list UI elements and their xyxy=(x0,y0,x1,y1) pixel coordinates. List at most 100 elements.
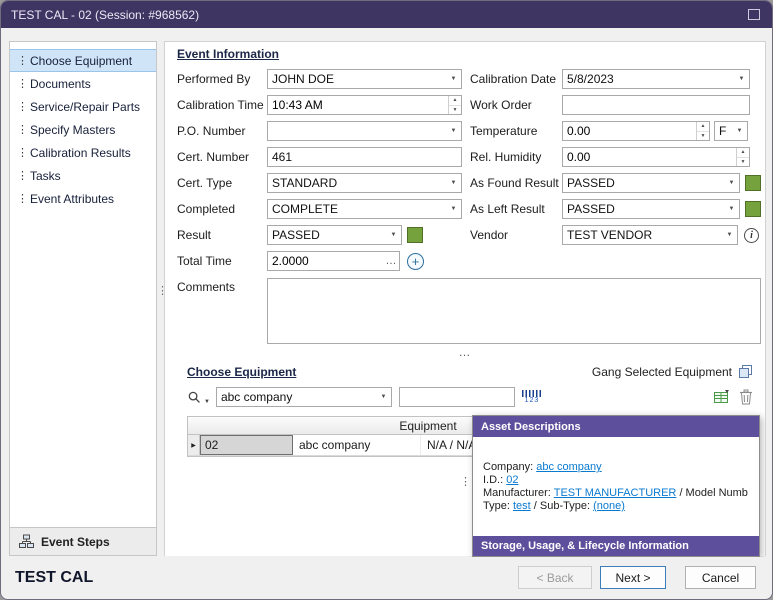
spinner-down-icon[interactable]: ▼ xyxy=(697,132,709,141)
titlebar[interactable]: TEST CAL - 02 (Session: #968562) xyxy=(1,1,772,28)
maximize-button[interactable] xyxy=(748,9,760,20)
sidebar-item-event-attributes[interactable]: ⋮ Event Attributes xyxy=(10,187,156,210)
chevron-down-icon[interactable]: ▼ xyxy=(446,180,461,186)
performed-by-label: Performed By xyxy=(177,72,267,86)
as-left-result-combo[interactable]: PASSED ▼ xyxy=(562,199,740,219)
event-steps-group-header[interactable]: Event Steps xyxy=(10,527,156,555)
search-options-caret-icon[interactable]: ▼ xyxy=(204,399,210,405)
sidebar-item-label: Specify Masters xyxy=(30,123,115,137)
result-status-indicator xyxy=(407,227,423,243)
cert-type-combo[interactable]: STANDARD ▼ xyxy=(267,173,462,193)
equipment-search-input[interactable] xyxy=(399,387,515,407)
manufacturer-link[interactable]: TEST MANUFACTURER xyxy=(554,487,677,499)
sidebar-item-choose-equipment[interactable]: ⋮ Choose Equipment xyxy=(10,49,156,72)
total-time-label: Total Time xyxy=(177,254,267,268)
ellipsis-button[interactable]: … xyxy=(383,255,399,267)
splitter-handle[interactable]: ⋮ xyxy=(157,287,164,296)
temperature-spinner[interactable]: ▲ ▼ xyxy=(696,122,709,140)
panel-resize-handle[interactable]: ⋮ xyxy=(460,478,471,487)
calibration-time-value[interactable] xyxy=(268,96,448,114)
cancel-button[interactable]: Cancel xyxy=(685,566,756,589)
chevron-down-icon[interactable]: ▼ xyxy=(732,128,747,134)
grip-dots-icon: ⋮ xyxy=(17,194,23,204)
row-selector-icon[interactable]: ▶ xyxy=(188,435,200,455)
org-chart-icon xyxy=(19,534,34,549)
spinner-down-icon[interactable]: ▼ xyxy=(737,158,749,167)
chevron-down-icon[interactable]: ▼ xyxy=(724,206,739,212)
id-link[interactable]: 02 xyxy=(506,474,518,486)
chevron-down-icon[interactable]: ▼ xyxy=(734,76,749,82)
equipment-search-toolbar: ▼ abc company ▼ 123 xyxy=(187,387,753,407)
work-order-input[interactable] xyxy=(562,95,750,115)
total-time-value[interactable] xyxy=(268,254,383,268)
rel-humidity-label: Rel. Humidity xyxy=(470,150,562,164)
chevron-down-icon[interactable]: ▼ xyxy=(386,232,401,238)
grip-dots-icon: ⋮ xyxy=(17,125,23,135)
next-button[interactable]: Next > xyxy=(600,566,666,589)
chevron-down-icon[interactable]: ▼ xyxy=(376,394,391,400)
equipment-company-combo[interactable]: abc company ▼ xyxy=(216,387,392,407)
cert-number-input[interactable] xyxy=(267,147,462,167)
delete-equipment-icon[interactable] xyxy=(739,389,753,405)
event-information-form: Performed By JOHN DOE ▼ Calibration Date… xyxy=(177,66,765,344)
rel-humidity-input[interactable]: ▲ ▼ xyxy=(562,147,750,167)
spinner-up-icon[interactable]: ▲ xyxy=(737,148,749,158)
chevron-down-icon[interactable]: ▼ xyxy=(446,206,461,212)
gang-equipment-icon[interactable] xyxy=(738,364,753,379)
spinner-up-icon[interactable]: ▲ xyxy=(449,96,461,106)
calibration-date-combo[interactable]: 5/8/2023 ▼ xyxy=(562,69,750,89)
subtype-link[interactable]: (none) xyxy=(593,500,625,512)
cert-number-label: Cert. Number xyxy=(177,150,267,164)
search-icon[interactable]: ▼ xyxy=(187,390,210,405)
vendor-label: Vendor xyxy=(470,228,562,242)
temperature-input[interactable]: ▲ ▼ xyxy=(562,121,710,141)
completed-combo[interactable]: COMPLETE ▼ xyxy=(267,199,462,219)
time-spinner[interactable]: ▲ ▼ xyxy=(448,96,461,114)
result-combo[interactable]: PASSED ▼ xyxy=(267,225,402,245)
equipment-company-cell[interactable]: abc company xyxy=(293,435,421,455)
calibration-date-value: 5/8/2023 xyxy=(563,72,734,86)
temperature-unit-combo[interactable]: F ▼ xyxy=(714,121,748,141)
cert-type-value: STANDARD xyxy=(268,176,446,190)
company-label: Company: xyxy=(483,461,533,473)
spinner-down-icon[interactable]: ▼ xyxy=(449,106,461,115)
storage-usage-lifecycle-header: Storage, Usage, & Lifecycle Information xyxy=(473,536,759,556)
equipment-column-header[interactable]: Equipment xyxy=(378,419,478,433)
performed-by-combo[interactable]: JOHN DOE ▼ xyxy=(267,69,462,89)
rel-humidity-value[interactable] xyxy=(563,148,736,166)
as-found-result-label: As Found Result xyxy=(470,176,562,190)
equipment-grid-options-icon[interactable] xyxy=(713,389,730,405)
sidebar-item-documents[interactable]: ⋮ Documents xyxy=(10,72,156,95)
chevron-down-icon[interactable]: ▼ xyxy=(724,180,739,186)
collapse-handle[interactable]: … xyxy=(165,347,765,360)
comments-input[interactable] xyxy=(267,278,761,344)
chevron-down-icon[interactable]: ▼ xyxy=(446,76,461,82)
sidebar-item-label: Tasks xyxy=(30,169,61,183)
spinner-up-icon[interactable]: ▲ xyxy=(697,122,709,132)
temperature-value[interactable] xyxy=(563,122,696,140)
gang-selected-equipment-label: Gang Selected Equipment xyxy=(592,365,732,379)
as-found-result-combo[interactable]: PASSED ▼ xyxy=(562,173,740,193)
add-time-button[interactable]: + xyxy=(407,253,424,270)
result-label: Result xyxy=(177,228,267,242)
humidity-spinner[interactable]: ▲ ▼ xyxy=(736,148,749,166)
back-button[interactable]: < Back xyxy=(518,566,592,589)
chevron-down-icon[interactable]: ▼ xyxy=(722,232,737,238)
company-link[interactable]: abc company xyxy=(536,461,601,473)
vendor-combo[interactable]: TEST VENDOR ▼ xyxy=(562,225,738,245)
type-link[interactable]: test xyxy=(513,500,531,512)
total-time-input[interactable]: … xyxy=(267,251,400,271)
barcode-scan-icon[interactable]: 123 xyxy=(522,390,542,405)
sidebar-item-calibration-results[interactable]: ⋮ Calibration Results xyxy=(10,141,156,164)
sidebar-item-tasks[interactable]: ⋮ Tasks xyxy=(10,164,156,187)
vendor-info-icon[interactable]: i xyxy=(744,228,759,243)
equipment-id-cell[interactable]: 02 xyxy=(200,435,293,455)
dialog-window: TEST CAL - 02 (Session: #968562) ⋮ Choos… xyxy=(0,0,773,600)
asset-descriptions-panel: Asset Descriptions Company: abc company … xyxy=(472,415,760,557)
sidebar-item-service-repair-parts[interactable]: ⋮ Service/Repair Parts xyxy=(10,95,156,118)
chevron-down-icon[interactable]: ▼ xyxy=(446,128,461,134)
temperature-label: Temperature xyxy=(470,124,562,138)
sidebar-item-specify-masters[interactable]: ⋮ Specify Masters xyxy=(10,118,156,141)
po-number-combo[interactable]: ▼ xyxy=(267,121,462,141)
calibration-time-input[interactable]: ▲ ▼ xyxy=(267,95,462,115)
